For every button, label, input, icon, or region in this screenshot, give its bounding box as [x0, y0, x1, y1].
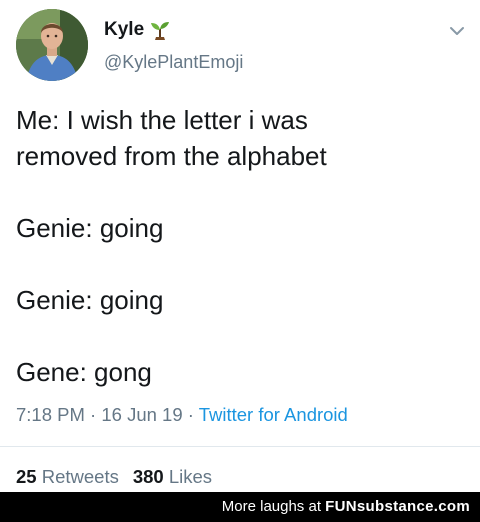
retweets-count: 25: [16, 466, 37, 487]
tweet-text: Me: I wish the letter i was removed from…: [16, 102, 456, 390]
tweet-meta: 7:18 PM · 16 Jun 19 · Twitter for Androi…: [16, 404, 348, 426]
retweets-label: Retweets: [41, 466, 119, 487]
watermark-bar: More laughs at FUNsubstance.com: [0, 492, 480, 522]
chevron-down-icon[interactable]: [448, 22, 466, 40]
author-name[interactable]: Kyle: [104, 19, 144, 41]
watermark-brand: FUNsubstance.com: [325, 498, 470, 515]
likes-label: Likes: [168, 466, 213, 487]
tweet-line: Genie: going: [16, 213, 164, 243]
meta-separator: ·: [84, 404, 102, 425]
tweet-line: Gene: gong: [16, 357, 152, 387]
watermark-text: More laughs at FUNsubstance.com: [222, 498, 470, 515]
likes-stat[interactable]: 380 Likes: [133, 466, 212, 487]
tweet-source-link[interactable]: Twitter for Android: [199, 404, 348, 425]
likes-count: 380: [132, 466, 164, 487]
tweet-stats: 25 Retweets 380 Likes: [16, 466, 212, 488]
tweet-line: Me: I wish the letter i was: [16, 105, 308, 135]
avatar[interactable]: [16, 9, 88, 81]
watermark-prefix: More laughs at: [221, 498, 326, 515]
divider: [0, 446, 480, 447]
retweets-stat[interactable]: 25 Retweets: [16, 466, 119, 487]
tweet-line: removed from the alphabet: [16, 141, 327, 171]
tweet-time[interactable]: 7:18 PM: [16, 404, 85, 425]
meta-separator: ·: [182, 404, 199, 425]
author-handle[interactable]: @KylePlantEmoji: [104, 52, 243, 73]
avatar-image: [16, 9, 88, 81]
tweet-date[interactable]: 16 Jun 19: [101, 404, 182, 425]
sprout-icon: [149, 19, 171, 41]
author-row: Kyle: [104, 17, 171, 43]
tweet-line: Genie: going: [16, 285, 164, 315]
